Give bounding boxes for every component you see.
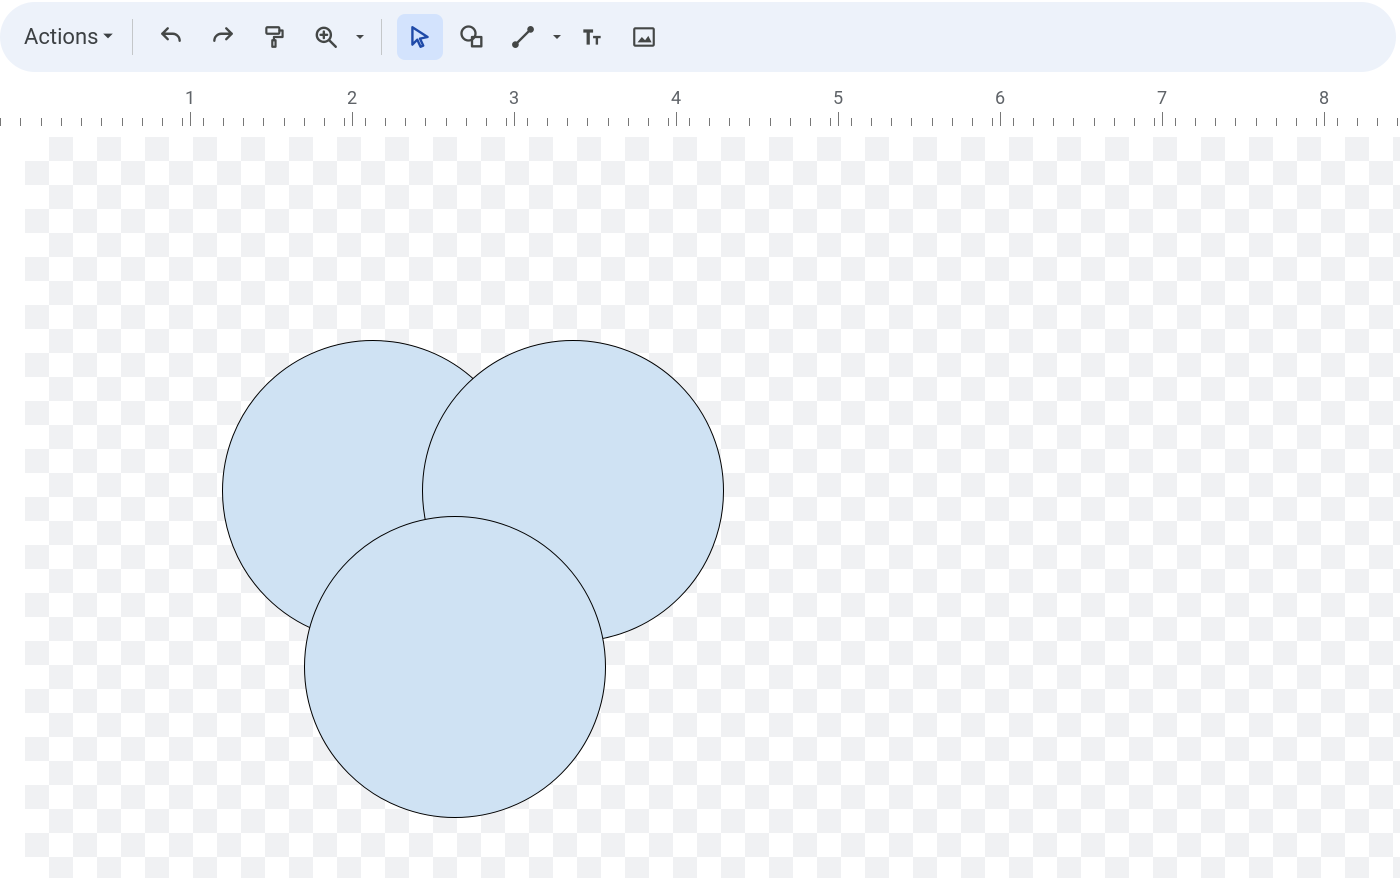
shape-tool-button[interactable] (449, 14, 495, 60)
line-dropdown[interactable] (548, 14, 566, 60)
line-tool-group (498, 14, 566, 60)
undo-icon (158, 24, 184, 50)
ruler-label: 1 (185, 88, 195, 109)
drawing-canvas[interactable] (0, 127, 1400, 878)
textbox-tool-button[interactable] (569, 14, 615, 60)
paint-roller-icon (262, 24, 288, 50)
ruler-label: 2 (347, 88, 357, 109)
ruler-label: 4 (671, 88, 681, 109)
toolbar-separator (132, 19, 133, 55)
line-icon (510, 24, 536, 50)
actions-label: Actions (24, 25, 98, 50)
paint-format-button[interactable] (252, 14, 298, 60)
line-tool-button[interactable] (500, 14, 546, 60)
zoom-group (301, 14, 369, 60)
insert-image-button[interactable] (621, 14, 667, 60)
image-icon (631, 24, 657, 50)
ellipse-shape[interactable] (304, 516, 606, 818)
select-tool-button[interactable] (397, 14, 443, 60)
ruler-label: 3 (509, 88, 519, 109)
ruler-label: 6 (995, 88, 1005, 109)
actions-menu-button[interactable]: Actions (18, 19, 120, 56)
ruler-label: 5 (833, 88, 843, 109)
redo-icon (210, 24, 236, 50)
zoom-in-icon (313, 24, 339, 50)
redo-button[interactable] (200, 14, 246, 60)
cursor-icon (407, 24, 433, 50)
shapes-icon (458, 23, 486, 51)
ruler-label: 8 (1319, 88, 1329, 109)
text-icon (579, 24, 605, 50)
main-toolbar: Actions (0, 2, 1396, 72)
toolbar-separator (381, 19, 382, 55)
caret-down-icon (355, 32, 365, 42)
horizontal-ruler: 1 2 3 4 5 6 7 8 (0, 86, 1400, 126)
ruler-label: 7 (1157, 88, 1167, 109)
zoom-dropdown[interactable] (351, 14, 369, 60)
caret-down-icon (552, 32, 562, 42)
undo-button[interactable] (148, 14, 194, 60)
zoom-button[interactable] (303, 14, 349, 60)
caret-down-icon (102, 30, 114, 45)
